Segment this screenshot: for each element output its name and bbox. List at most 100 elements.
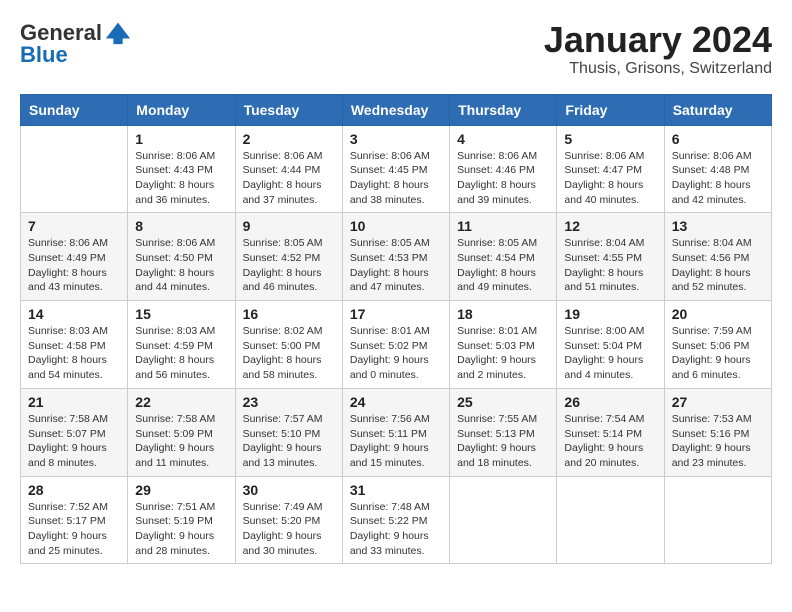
day-info: Sunrise: 8:01 AMSunset: 5:03 PMDaylight:… (457, 324, 549, 383)
day-info: Sunrise: 8:05 AMSunset: 4:54 PMDaylight:… (457, 236, 549, 295)
day-info: Sunrise: 7:48 AMSunset: 5:22 PMDaylight:… (350, 500, 442, 559)
header-wednesday: Wednesday (342, 94, 449, 125)
day-number: 28 (28, 482, 120, 498)
header-friday: Friday (557, 94, 664, 125)
day-info: Sunrise: 8:06 AMSunset: 4:50 PMDaylight:… (135, 236, 227, 295)
calendar-cell: 28 Sunrise: 7:52 AMSunset: 5:17 PMDayligh… (21, 476, 128, 564)
header-thursday: Thursday (450, 94, 557, 125)
day-info: Sunrise: 7:58 AMSunset: 5:07 PMDaylight:… (28, 412, 120, 471)
calendar-week-2: 7 Sunrise: 8:06 AMSunset: 4:49 PMDaylight… (21, 213, 772, 301)
calendar-week-1: 1 Sunrise: 8:06 AMSunset: 4:43 PMDaylight… (21, 125, 772, 213)
day-number: 31 (350, 482, 442, 498)
page-header: General Blue January 2024 Thusis, Grison… (20, 20, 772, 78)
calendar-cell: 4Sunrise: 8:06 AMSunset: 4:46 PMDaylight… (450, 125, 557, 213)
day-number: 30 (243, 482, 335, 498)
calendar-cell: 25 Sunrise: 7:55 AMSunset: 5:13 PMDayligh… (450, 388, 557, 476)
day-number: 25 (457, 394, 549, 410)
day-info: Sunrise: 8:00 AMSunset: 5:04 PMDaylight:… (564, 324, 656, 383)
day-info: Sunrise: 8:04 AMSunset: 4:55 PMDaylight:… (564, 236, 656, 295)
calendar-cell: 17Sunrise: 8:01 AMSunset: 5:02 PMDayligh… (342, 301, 449, 389)
header-saturday: Saturday (664, 94, 771, 125)
calendar-cell (664, 476, 771, 564)
day-info: Sunrise: 8:03 AMSunset: 4:58 PMDaylight:… (28, 324, 120, 383)
day-info: Sunrise: 8:06 AMSunset: 4:44 PMDaylight:… (243, 149, 335, 208)
logo: General Blue (20, 20, 132, 68)
day-number: 5 (564, 131, 656, 147)
calendar-cell: 29 Sunrise: 7:51 AMSunset: 5:19 PMDayligh… (128, 476, 235, 564)
header-sunday: Sunday (21, 94, 128, 125)
calendar-cell: 31 Sunrise: 7:48 AMSunset: 5:22 PMDayligh… (342, 476, 449, 564)
title-area: January 2024 Thusis, Grisons, Switzerlan… (544, 20, 772, 78)
calendar-cell: 8Sunrise: 8:06 AMSunset: 4:50 PMDaylight… (128, 213, 235, 301)
day-number: 4 (457, 131, 549, 147)
calendar-header-row: SundayMondayTuesdayWednesdayThursdayFrid… (21, 94, 772, 125)
day-number: 24 (350, 394, 442, 410)
calendar-cell: 9 Sunrise: 8:05 AMSunset: 4:52 PMDaylight… (235, 213, 342, 301)
calendar-cell (557, 476, 664, 564)
calendar-cell: 18 Sunrise: 8:01 AMSunset: 5:03 PMDayligh… (450, 301, 557, 389)
day-number: 7 (28, 218, 120, 234)
day-info: Sunrise: 7:53 AMSunset: 5:16 PMDaylight:… (672, 412, 764, 471)
day-info: Sunrise: 8:02 AMSunset: 5:00 PMDaylight:… (243, 324, 335, 383)
day-info: Sunrise: 8:06 AMSunset: 4:45 PMDaylight:… (350, 149, 442, 208)
header-tuesday: Tuesday (235, 94, 342, 125)
day-info: Sunrise: 8:06 AMSunset: 4:49 PMDaylight:… (28, 236, 120, 295)
day-number: 13 (672, 218, 764, 234)
day-number: 14 (28, 306, 120, 322)
calendar-table: SundayMondayTuesdayWednesdayThursdayFrid… (20, 94, 772, 565)
calendar-cell: 19 Sunrise: 8:00 AMSunset: 5:04 PMDayligh… (557, 301, 664, 389)
calendar-cell: 2 Sunrise: 8:06 AMSunset: 4:44 PMDaylight… (235, 125, 342, 213)
calendar-week-5: 28 Sunrise: 7:52 AMSunset: 5:17 PMDayligh… (21, 476, 772, 564)
location-subtitle: Thusis, Grisons, Switzerland (544, 60, 772, 78)
day-number: 6 (672, 131, 764, 147)
day-info: Sunrise: 8:05 AMSunset: 4:52 PMDaylight:… (243, 236, 335, 295)
day-info: Sunrise: 8:06 AMSunset: 4:47 PMDaylight:… (564, 149, 656, 208)
day-number: 18 (457, 306, 549, 322)
logo-text: General Blue (20, 20, 132, 68)
calendar-cell: 30 Sunrise: 7:49 AMSunset: 5:20 PMDayligh… (235, 476, 342, 564)
calendar-week-3: 14 Sunrise: 8:03 AMSunset: 4:58 PMDayligh… (21, 301, 772, 389)
day-number: 29 (135, 482, 227, 498)
day-number: 23 (243, 394, 335, 410)
calendar-cell: 11 Sunrise: 8:05 AMSunset: 4:54 PMDayligh… (450, 213, 557, 301)
day-number: 9 (243, 218, 335, 234)
day-number: 2 (243, 131, 335, 147)
calendar-cell: 10Sunrise: 8:05 AMSunset: 4:53 PMDayligh… (342, 213, 449, 301)
header-monday: Monday (128, 94, 235, 125)
day-info: Sunrise: 7:54 AMSunset: 5:14 PMDaylight:… (564, 412, 656, 471)
calendar-cell: 5 Sunrise: 8:06 AMSunset: 4:47 PMDaylight… (557, 125, 664, 213)
calendar-cell: 27 Sunrise: 7:53 AMSunset: 5:16 PMDayligh… (664, 388, 771, 476)
calendar-cell: 13Sunrise: 8:04 AMSunset: 4:56 PMDayligh… (664, 213, 771, 301)
day-number: 10 (350, 218, 442, 234)
day-info: Sunrise: 7:49 AMSunset: 5:20 PMDaylight:… (243, 500, 335, 559)
day-info: Sunrise: 7:58 AMSunset: 5:09 PMDaylight:… (135, 412, 227, 471)
day-number: 16 (243, 306, 335, 322)
day-info: Sunrise: 7:57 AMSunset: 5:10 PMDaylight:… (243, 412, 335, 471)
calendar-cell: 6 Sunrise: 8:06 AMSunset: 4:48 PMDaylight… (664, 125, 771, 213)
day-number: 12 (564, 218, 656, 234)
calendar-cell (21, 125, 128, 213)
calendar-cell: 7 Sunrise: 8:06 AMSunset: 4:49 PMDaylight… (21, 213, 128, 301)
calendar-cell (450, 476, 557, 564)
calendar-cell: 21Sunrise: 7:58 AMSunset: 5:07 PMDayligh… (21, 388, 128, 476)
calendar-cell: 23 Sunrise: 7:57 AMSunset: 5:10 PMDayligh… (235, 388, 342, 476)
day-number: 19 (564, 306, 656, 322)
day-number: 26 (564, 394, 656, 410)
calendar-cell: 15Sunrise: 8:03 AMSunset: 4:59 PMDayligh… (128, 301, 235, 389)
day-number: 11 (457, 218, 549, 234)
month-title: January 2024 (544, 20, 772, 60)
calendar-cell: 1 Sunrise: 8:06 AMSunset: 4:43 PMDaylight… (128, 125, 235, 213)
logo-icon (104, 18, 132, 46)
day-info: Sunrise: 7:55 AMSunset: 5:13 PMDaylight:… (457, 412, 549, 471)
day-number: 27 (672, 394, 764, 410)
day-number: 1 (135, 131, 227, 147)
calendar-cell: 16 Sunrise: 8:02 AMSunset: 5:00 PMDayligh… (235, 301, 342, 389)
day-info: Sunrise: 8:06 AMSunset: 4:43 PMDaylight:… (135, 149, 227, 208)
day-number: 15 (135, 306, 227, 322)
day-info: Sunrise: 7:51 AMSunset: 5:19 PMDaylight:… (135, 500, 227, 559)
day-info: Sunrise: 8:06 AMSunset: 4:48 PMDaylight:… (672, 149, 764, 208)
day-info: Sunrise: 7:52 AMSunset: 5:17 PMDaylight:… (28, 500, 120, 559)
calendar-cell: 14 Sunrise: 8:03 AMSunset: 4:58 PMDayligh… (21, 301, 128, 389)
calendar-cell: 22Sunrise: 7:58 AMSunset: 5:09 PMDayligh… (128, 388, 235, 476)
day-info: Sunrise: 7:59 AMSunset: 5:06 PMDaylight:… (672, 324, 764, 383)
